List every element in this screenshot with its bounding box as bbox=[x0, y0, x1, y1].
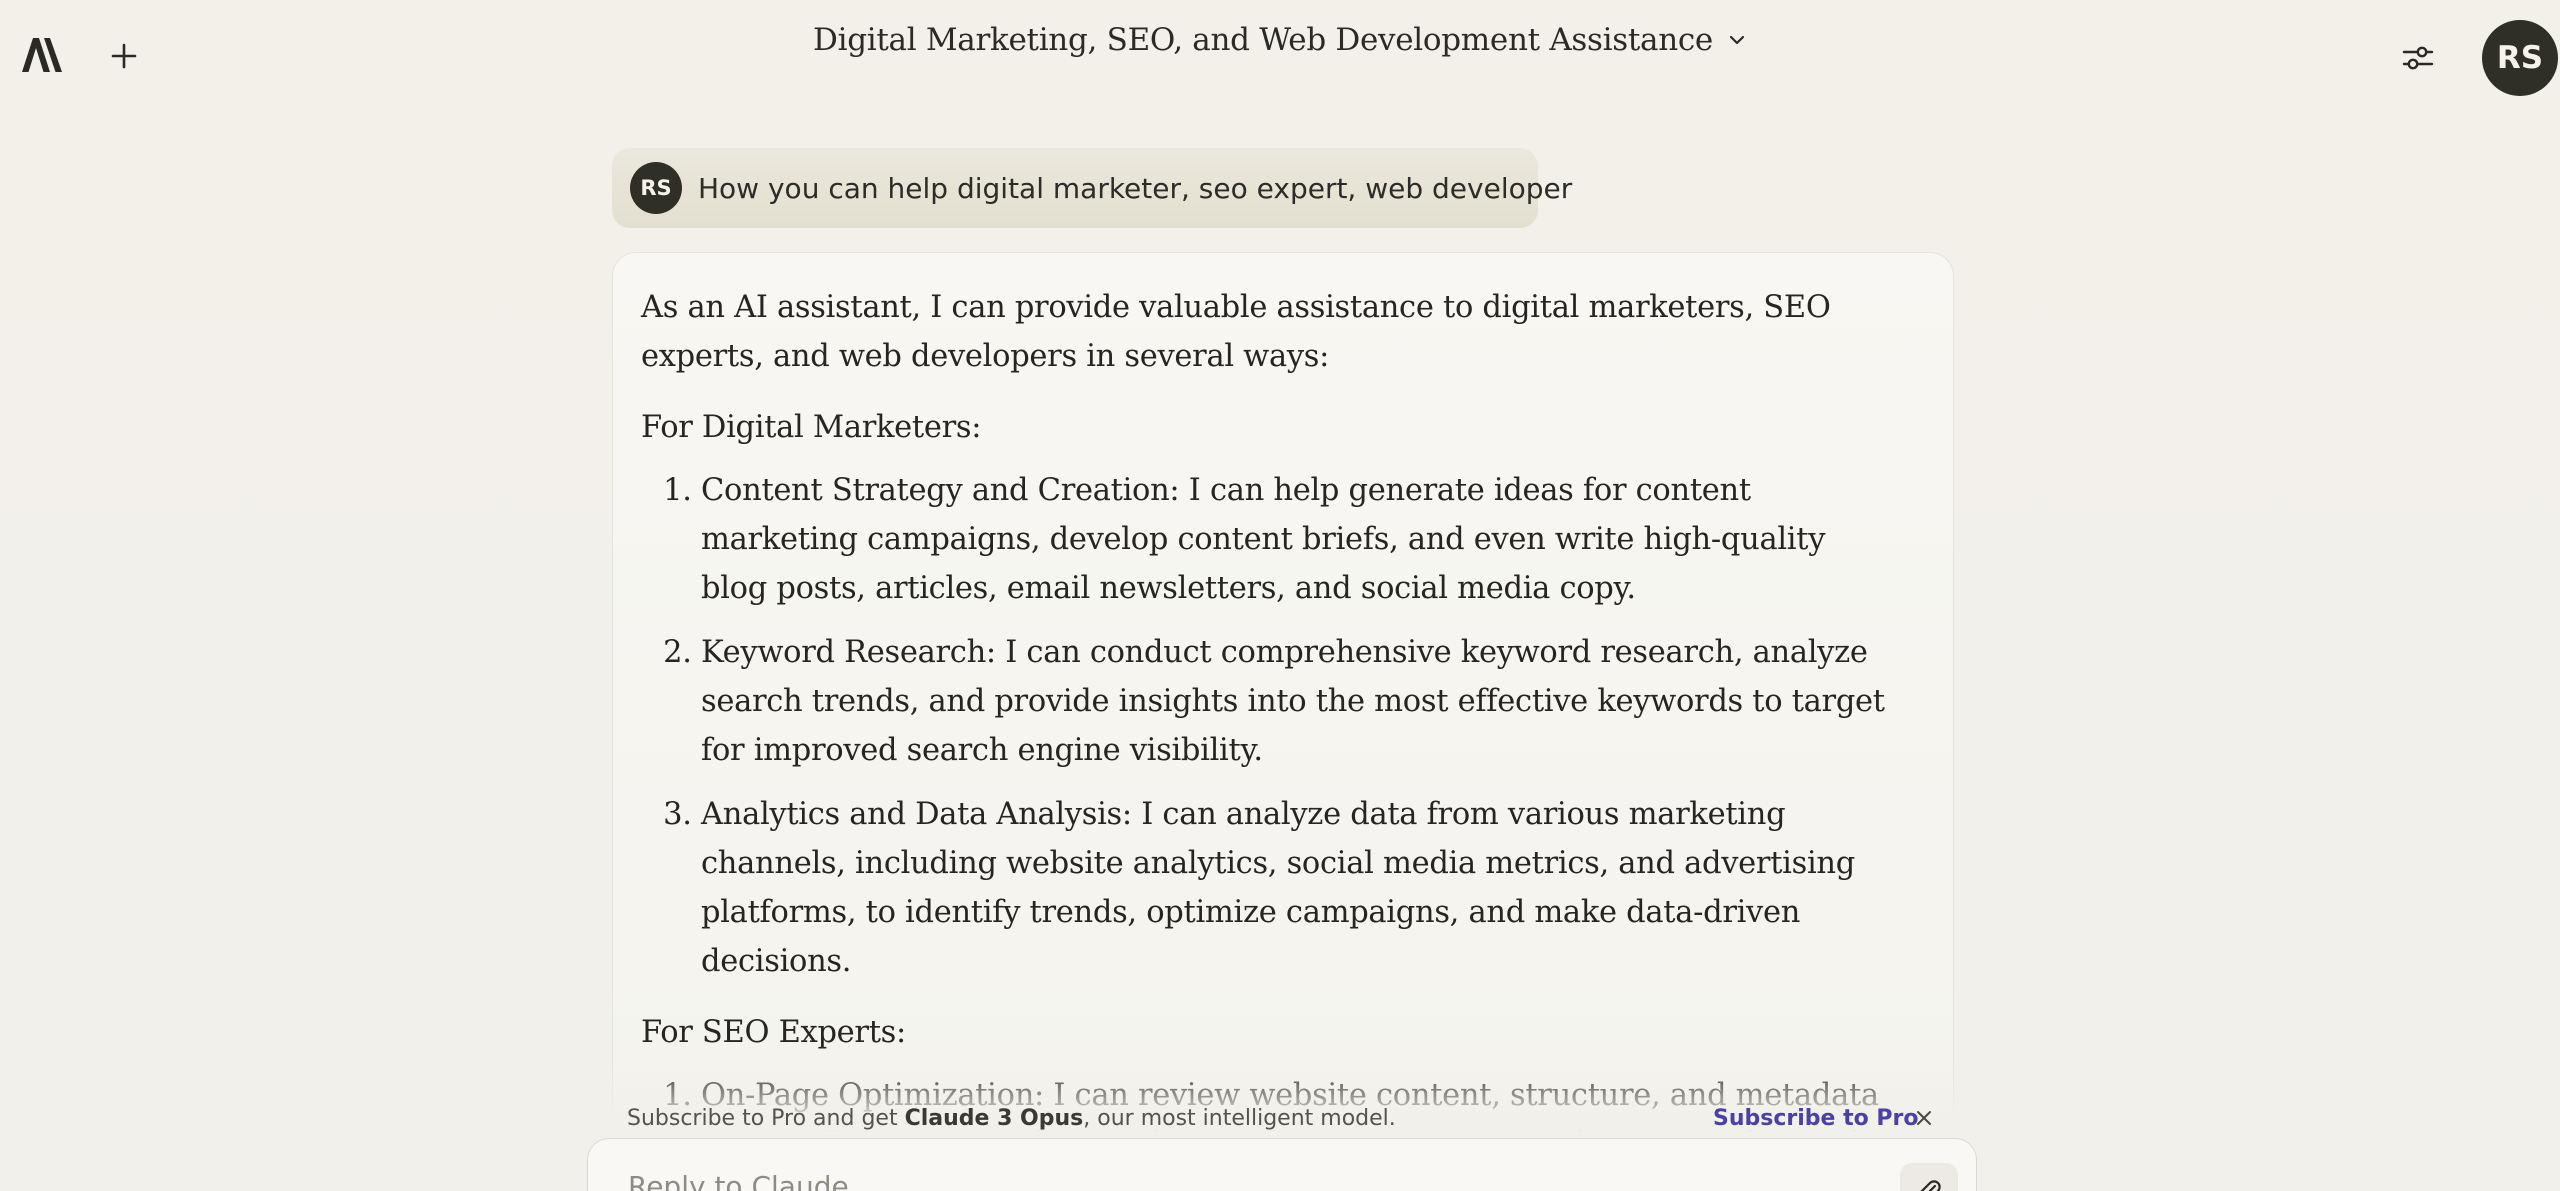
attach-button[interactable] bbox=[1900, 1163, 1958, 1191]
title-wrapper: Digital Marketing, SEO, and Web Developm… bbox=[0, 22, 2560, 58]
list-item: Keyword Research: I can conduct comprehe… bbox=[701, 628, 1893, 775]
close-icon bbox=[1917, 1111, 1931, 1125]
assistant-intro: As an AI assistant, I can provide valuab… bbox=[641, 290, 1831, 374]
chat-page: Digital Marketing, SEO, and Web Developm… bbox=[0, 0, 2560, 1191]
section-heading: For SEO Experts: bbox=[641, 1015, 906, 1050]
top-bar: Digital Marketing, SEO, and Web Developm… bbox=[0, 0, 2560, 100]
reply-composer bbox=[587, 1138, 1977, 1191]
chevron-down-icon bbox=[1729, 35, 1745, 45]
user-message-text: How you can help digital marketer, seo e… bbox=[698, 171, 1573, 205]
user-avatar-menu[interactable]: RS bbox=[2482, 20, 2558, 96]
close-banner-button[interactable] bbox=[1912, 1106, 1936, 1130]
banner-text-after: , our most intelligent model. bbox=[1083, 1105, 1396, 1131]
list-item: Analytics and Data Analysis: I can analy… bbox=[701, 790, 1893, 986]
paperclip-icon bbox=[1920, 1180, 1941, 1191]
section-heading: For Digital Marketers: bbox=[641, 410, 982, 445]
conversation-title: Digital Marketing, SEO, and Web Developm… bbox=[813, 22, 1713, 58]
sliders-icon bbox=[2402, 46, 2434, 70]
settings-button[interactable] bbox=[2398, 38, 2438, 78]
banner-model-name: Claude 3 Opus bbox=[904, 1105, 1084, 1131]
reply-input[interactable] bbox=[626, 1169, 1830, 1191]
user-message-avatar: RS bbox=[630, 162, 682, 214]
banner-text-before: Subscribe to Pro and get bbox=[627, 1105, 905, 1131]
user-message: RS How you can help digital marketer, se… bbox=[612, 148, 1572, 228]
digital-marketers-list: Content Strategy and Creation: I can hel… bbox=[641, 466, 1893, 986]
new-chat-button[interactable] bbox=[106, 38, 142, 74]
assistant-message: As an AI assistant, I can provide valuab… bbox=[612, 252, 1954, 1132]
banner-text: Subscribe to Pro and get Claude 3 Opus, … bbox=[627, 1106, 1396, 1131]
subscribe-to-pro-link[interactable]: Subscribe to Pro bbox=[1713, 1106, 1919, 1131]
list-item: Content Strategy and Creation: I can hel… bbox=[701, 466, 1893, 613]
plus-icon bbox=[111, 43, 137, 69]
anthropic-logo-icon[interactable] bbox=[18, 34, 66, 74]
subscribe-banner: Subscribe to Pro and get Claude 3 Opus, … bbox=[600, 1098, 1960, 1138]
conversation-title-menu[interactable]: Digital Marketing, SEO, and Web Developm… bbox=[813, 22, 1747, 58]
